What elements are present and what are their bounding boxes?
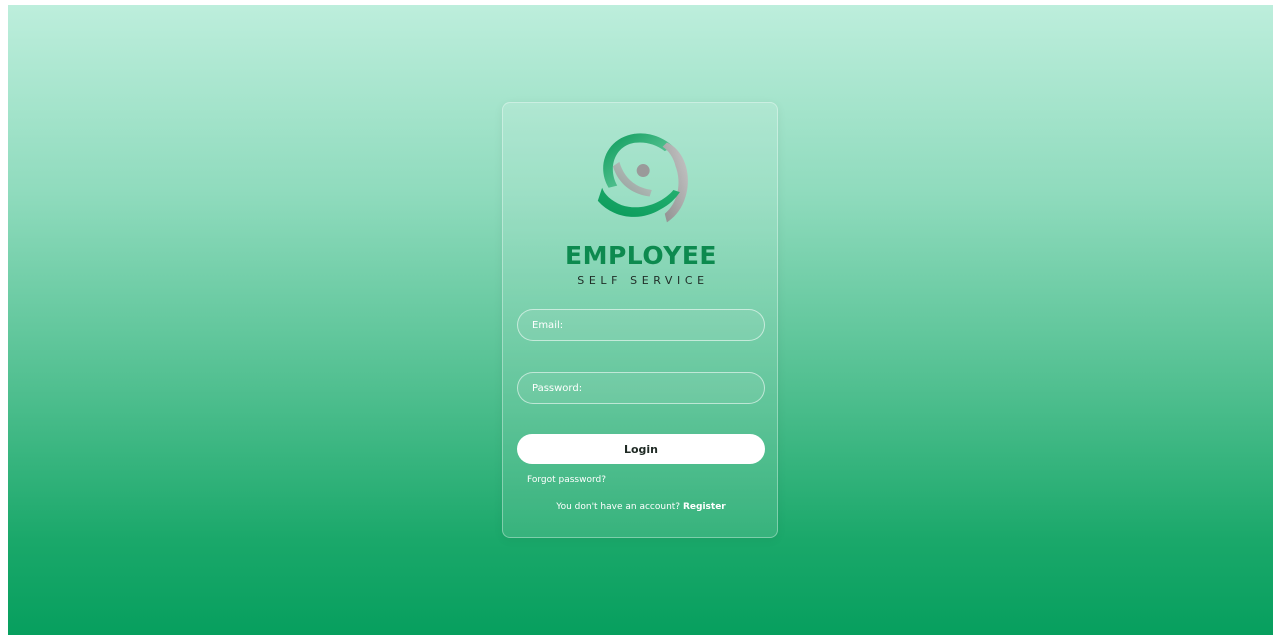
brand-subtitle: SELF SERVICE xyxy=(577,274,709,287)
orbit-logo-icon xyxy=(597,133,688,223)
register-prompt: You don't have an account? Register xyxy=(503,502,779,512)
login-card: EMPLOYEE SELF SERVICE Login Forgot passw… xyxy=(502,102,778,538)
forgot-password-link[interactable]: Forgot password? xyxy=(527,475,606,485)
email-input[interactable] xyxy=(517,309,765,341)
register-link[interactable]: Register xyxy=(683,502,726,512)
password-input[interactable] xyxy=(517,372,765,404)
login-button[interactable]: Login xyxy=(517,434,765,464)
brand-title: EMPLOYEE xyxy=(565,241,717,270)
register-prompt-text: You don't have an account? xyxy=(556,502,681,512)
page-background: EMPLOYEE SELF SERVICE Login Forgot passw… xyxy=(8,5,1273,635)
